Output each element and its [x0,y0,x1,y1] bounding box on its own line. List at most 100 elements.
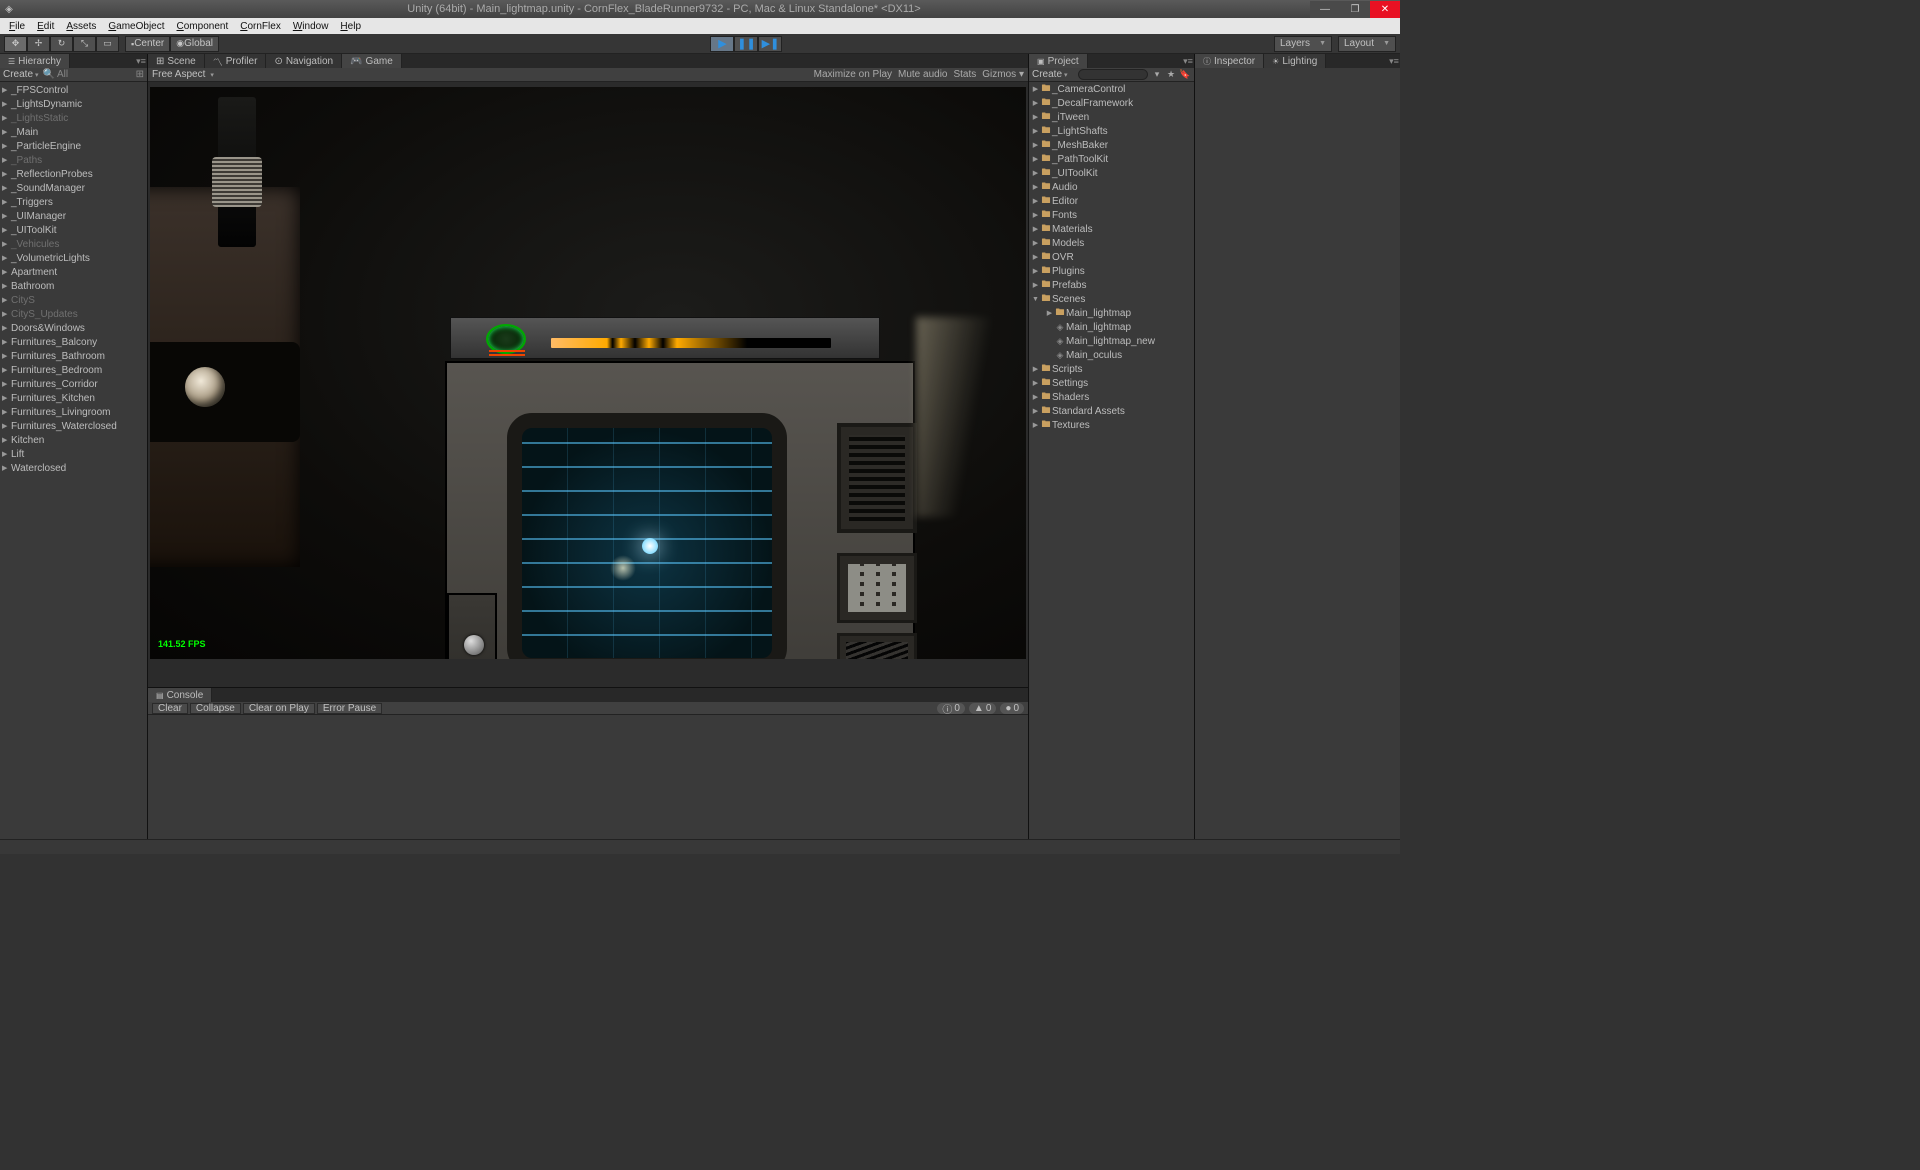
project-item[interactable]: 🖿Audio [1029,180,1194,194]
tab-inspector[interactable]: ⓘInspector [1195,54,1264,68]
play-button[interactable]: ▶ [710,36,734,52]
console-body[interactable] [148,715,1028,839]
hierarchy-type-icon[interactable]: ⊞ [136,69,144,80]
rotate-tool[interactable]: ↻ [50,36,73,52]
project-item[interactable]: 🖿Models [1029,236,1194,250]
project-search-input[interactable] [1078,69,1148,80]
game-render[interactable]: 141.52 FPS [150,87,1026,659]
project-tree[interactable]: 🖿_CameraControl🖿_DecalFramework🖿_iTween🖿… [1029,82,1194,839]
console-error-count[interactable]: ●0 [1000,703,1024,714]
layout-dropdown[interactable]: Layout▼ [1338,36,1396,52]
menu-help[interactable]: Help [334,20,367,33]
hierarchy-item[interactable]: ▶Furnitures_Waterclosed [0,419,147,433]
menu-file[interactable]: File [3,20,31,33]
layers-dropdown[interactable]: Layers▼ [1274,36,1332,52]
hierarchy-item[interactable]: ▶CityS_Updates [0,307,147,321]
project-item[interactable]: 🖿OVR [1029,250,1194,264]
project-item[interactable]: 🖿Settings [1029,376,1194,390]
create-dropdown[interactable]: Create▾ [3,69,39,80]
project-item[interactable]: ◈Main_lightmap [1029,320,1194,334]
console-error-pause-toggle[interactable]: Error Pause [317,703,382,714]
menu-gameobject[interactable]: GameObject [102,20,170,33]
project-item[interactable]: 🖿Standard Assets [1029,404,1194,418]
hierarchy-item[interactable]: ▶_SoundManager [0,181,147,195]
pivot-center-button[interactable]: ▪ Center [125,36,170,52]
tab-lighting[interactable]: ☀Lighting [1264,54,1326,68]
tab-profiler[interactable]: 〽Profiler [205,54,267,68]
hierarchy-item[interactable]: ▶Bathroom [0,279,147,293]
minimize-button[interactable]: — [1310,1,1340,18]
move-tool[interactable]: ✢ [27,36,50,52]
rect-tool[interactable]: ▭ [96,36,119,52]
hierarchy-item[interactable]: ▶_ReflectionProbes [0,167,147,181]
project-item[interactable]: ◈Main_lightmap_new [1029,334,1194,348]
project-item[interactable]: ◈Main_oculus [1029,348,1194,362]
project-item[interactable]: 🖿_PathToolKit [1029,152,1194,166]
project-item[interactable]: 🖿Main_lightmap [1029,306,1194,320]
menu-assets[interactable]: Assets [60,20,102,33]
menu-window[interactable]: Window [287,20,335,33]
hierarchy-item[interactable]: ▶Apartment [0,265,147,279]
hierarchy-item[interactable]: ▶Furnitures_Kitchen [0,391,147,405]
menu-component[interactable]: Component [171,20,235,33]
project-item[interactable]: 🖿Scripts [1029,362,1194,376]
hierarchy-item[interactable]: ▶_FPSControl [0,83,147,97]
project-item[interactable]: 🖿Editor [1029,194,1194,208]
hierarchy-item[interactable]: ▶_Triggers [0,195,147,209]
console-info-count[interactable]: ⓘ0 [937,703,965,714]
hierarchy-item[interactable]: ▶_Main [0,125,147,139]
project-item[interactable]: 🖿Shaders [1029,390,1194,404]
hierarchy-item[interactable]: ▶_UIToolKit [0,223,147,237]
hierarchy-item[interactable]: ▶Furnitures_Corridor [0,377,147,391]
maximize-on-play-toggle[interactable]: Maximize on Play [814,69,892,80]
hierarchy-item[interactable]: ▶_LightsStatic [0,111,147,125]
project-item[interactable]: 🖿_CameraControl [1029,82,1194,96]
menu-edit[interactable]: Edit [31,20,60,33]
filter-by-type-icon[interactable]: ▾ [1151,69,1163,81]
tab-console[interactable]: ▤Console [148,688,212,702]
stats-toggle[interactable]: Stats [953,69,976,80]
project-item[interactable]: 🖿Materials [1029,222,1194,236]
hierarchy-item[interactable]: ▶Doors&Windows [0,321,147,335]
hierarchy-item[interactable]: ▶_LightsDynamic [0,97,147,111]
scale-tool[interactable]: ⤡ [73,36,96,52]
project-create-dropdown[interactable]: Create▾ [1032,69,1068,80]
project-item[interactable]: 🖿_iTween [1029,110,1194,124]
hierarchy-item[interactable]: ▶Waterclosed [0,461,147,475]
search-filter-label[interactable]: All [57,69,68,80]
hierarchy-item[interactable]: ▶Kitchen [0,433,147,447]
gizmos-dropdown[interactable]: Gizmos ▾ [982,69,1024,80]
mute-audio-toggle[interactable]: Mute audio [898,69,947,80]
hierarchy-item[interactable]: ▶_ParticleEngine [0,139,147,153]
project-item[interactable]: 🖿_MeshBaker [1029,138,1194,152]
hierarchy-list[interactable]: ▶_FPSControl▶_LightsDynamic▶_LightsStati… [0,82,147,839]
inspector-options[interactable]: ▾≡ [1388,54,1400,68]
project-item[interactable]: 🖿Fonts [1029,208,1194,222]
hierarchy-item[interactable]: ▶Furnitures_Livingroom [0,405,147,419]
close-button[interactable]: ✕ [1370,1,1400,18]
project-item[interactable]: 🖿Scenes [1029,292,1194,306]
hierarchy-item[interactable]: ▶Furnitures_Balcony [0,335,147,349]
maximize-button[interactable]: ❐ [1340,1,1370,18]
console-collapse-toggle[interactable]: Collapse [190,703,241,714]
aspect-dropdown[interactable]: Free Aspect▾ [152,69,214,80]
hierarchy-item[interactable]: ▶_Vehicules [0,237,147,251]
tab-project[interactable]: ▣Project [1029,54,1088,68]
filter-by-label-icon[interactable]: ★ [1165,69,1177,81]
hierarchy-item[interactable]: ▶_UIManager [0,209,147,223]
project-item[interactable]: 🖿_LightShafts [1029,124,1194,138]
hierarchy-item[interactable]: ▶_VolumetricLights [0,251,147,265]
tab-game[interactable]: 🎮Game [342,54,402,68]
tab-hierarchy[interactable]: ☰Hierarchy [0,54,70,68]
console-warn-count[interactable]: ▲0 [969,703,996,714]
tab-scene[interactable]: ⊞Scene [148,54,205,68]
tab-navigation[interactable]: ⊙Navigation [266,54,342,68]
project-item[interactable]: 🖿Plugins [1029,264,1194,278]
project-item[interactable]: 🖿Prefabs [1029,278,1194,292]
hierarchy-options[interactable]: ▾≡ [135,54,147,68]
pivot-global-button[interactable]: ◉ Global [170,36,219,52]
pause-button[interactable]: ❚❚ [734,36,758,52]
menu-cornflex[interactable]: CornFlex [234,20,287,33]
step-button[interactable]: ▶❚ [758,36,782,52]
console-clear-on-play-toggle[interactable]: Clear on Play [243,703,315,714]
